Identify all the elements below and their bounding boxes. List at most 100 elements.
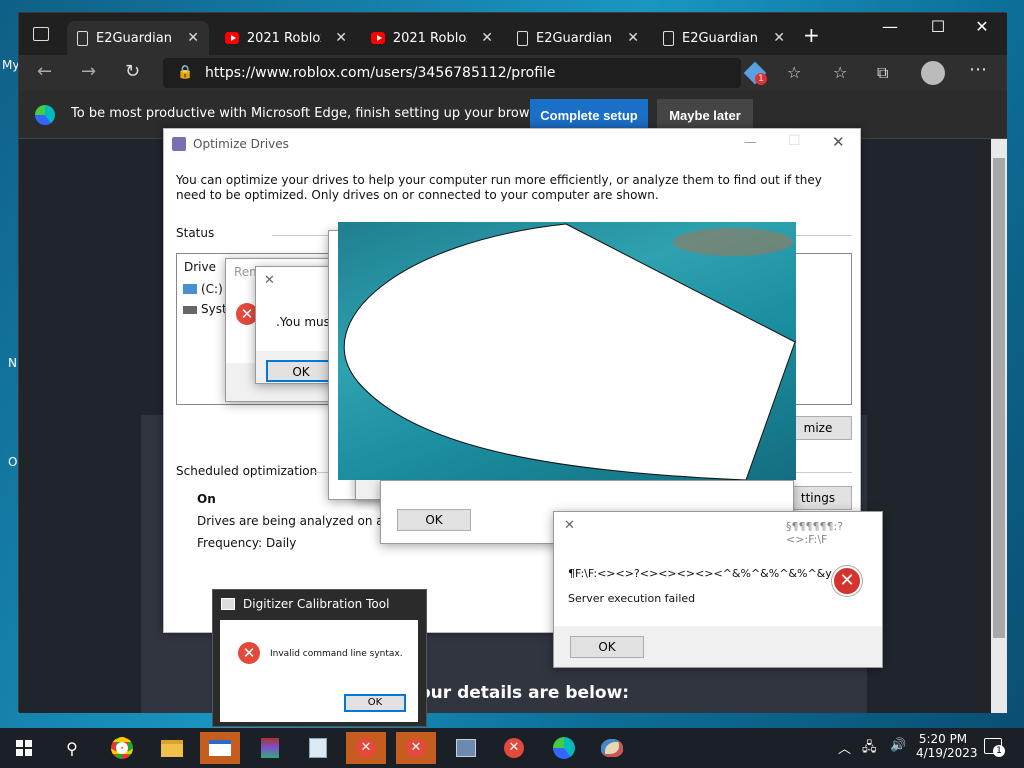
network-icon[interactable]: 🖧 <box>862 738 877 760</box>
drive-icon <box>183 284 197 294</box>
edge-icon[interactable] <box>544 732 584 764</box>
clock-time: 5:20 PM <box>918 732 968 746</box>
tab-title: E2Guardian - A <box>535 30 613 46</box>
digitizer-calibration-dialog: Digitizer Calibration Tool ✕ Invalid com… <box>212 589 427 727</box>
volume-icon[interactable]: 🔊 <box>890 738 906 753</box>
garbled-text: ¶F:\F:<><>?<><><><><^&%^&%^&%^&y <box>568 567 832 580</box>
dialog-message: .You must <box>276 315 335 329</box>
forward-icon[interactable]: → <box>81 61 96 82</box>
dialog-title: Digitizer Calibration Tool <box>243 597 390 611</box>
tab-bar: E2Guardian - A ✕ 2021 Roblox Ye ✕ 2021 R… <box>19 13 1007 55</box>
file-explorer-icon[interactable] <box>152 732 192 764</box>
new-tab-icon[interactable]: + <box>803 23 820 47</box>
back-icon[interactable]: ← <box>37 61 52 82</box>
close-icon[interactable]: ✕ <box>264 273 275 288</box>
tab-roblox-1[interactable]: 2021 Roblox Ye ✕ <box>215 21 357 55</box>
address-bar-row: ← → ↻ 🔒 https://www.roblox.com/users/345… <box>19 55 1007 91</box>
close-icon[interactable]: ✕ <box>627 30 639 46</box>
desktop-icon-label[interactable]: N <box>8 356 17 370</box>
scheduled-label: Scheduled optimization <box>176 464 318 478</box>
change-settings-button[interactable]: ttings <box>784 486 852 510</box>
close-icon[interactable]: ✕ <box>832 133 845 151</box>
error-message: Invalid command line syntax. <box>270 649 403 659</box>
notification-center-icon[interactable]: 1 <box>984 738 1005 757</box>
drive-column-header[interactable]: Drive <box>184 260 216 274</box>
tab-title: E2Guardian - A <box>95 30 173 46</box>
close-icon[interactable]: ✕ <box>187 30 199 46</box>
page-icon <box>663 30 674 46</box>
show-hidden-icons-icon[interactable]: ︿ <box>838 738 851 757</box>
dialog-body: ✕ Invalid command line syntax. OK <box>220 620 418 722</box>
minimize-icon[interactable]: — <box>867 17 913 36</box>
error-app-icon[interactable]: ✕ <box>396 732 436 764</box>
tab-actions-icon[interactable] <box>33 27 49 41</box>
tab-title: 2021 Roblox Ye <box>392 30 467 46</box>
chrome-icon[interactable] <box>102 732 142 764</box>
start-button[interactable] <box>4 732 44 764</box>
notification-count: 1 <box>993 745 1005 757</box>
ok-button[interactable]: OK <box>397 509 471 531</box>
maybe-later-button[interactable]: Maybe later <box>657 99 753 131</box>
minimize-icon[interactable]: — <box>744 135 757 150</box>
error-app-icon[interactable]: ✕ <box>346 732 386 764</box>
taskbar: ⚲ ✕ ✕ ✕ ︿ 🖧 🔊 5:20 PM 4/19/2023 1 <box>0 728 1024 768</box>
page-icon <box>77 30 88 46</box>
defrag-icon <box>172 137 186 151</box>
details-heading: our details are below: <box>419 683 630 703</box>
notepad-icon[interactable] <box>298 732 338 764</box>
close-icon[interactable]: ✕ <box>481 30 493 46</box>
close-icon[interactable]: ✕ <box>773 30 785 46</box>
tab-e2guardian-1[interactable]: E2Guardian - A ✕ <box>67 21 209 55</box>
collections-icon[interactable]: ⧉ <box>877 63 888 83</box>
infobar-message: To be most productive with Microsoft Edg… <box>71 106 553 121</box>
add-favorite-icon[interactable]: ☆ <box>787 63 801 82</box>
tab-title: 2021 Roblox Ye <box>246 30 321 46</box>
maximize-icon[interactable]: ☐ <box>915 17 961 36</box>
status-label: Status <box>176 226 215 240</box>
refresh-icon[interactable]: ↻ <box>125 61 140 82</box>
tab-e2guardian-3[interactable]: E2Guardian - A ✕ <box>653 21 795 55</box>
badge-count: 1 <box>755 73 767 85</box>
frequency-text: Frequency: Daily <box>197 536 297 550</box>
url-field[interactable]: 🔒 https://www.roblox.com/users/345678511… <box>163 58 741 88</box>
dialog-title: §¶¶¶¶¶¶:?<>:F:\F <box>786 520 844 546</box>
ok-button[interactable]: OK <box>570 636 644 658</box>
scrollbar-thumb[interactable] <box>993 158 1005 638</box>
network-app-icon[interactable] <box>446 732 486 764</box>
error-app-icon[interactable]: ✕ <box>494 732 534 764</box>
drive-name: (C:) <box>201 282 223 296</box>
server-error-dialog: ✕ §¶¶¶¶¶¶:?<>:F:\F ¶F:\F:<><>?<><><><><^… <box>553 511 883 668</box>
glitch-shape <box>343 223 796 480</box>
tracking-prevention-icon[interactable]: 1 <box>743 61 767 85</box>
youtube-icon <box>371 32 385 44</box>
tab-roblox-2[interactable]: 2021 Roblox Ye ✕ <box>361 21 503 55</box>
app-icon <box>221 598 235 610</box>
error-message: Server execution failed <box>568 592 696 605</box>
winrar-icon[interactable] <box>250 732 290 764</box>
paint-icon[interactable] <box>592 732 632 764</box>
desktop-icon-label[interactable]: O <box>8 455 17 469</box>
more-options-icon[interactable]: ⋯ <box>969 59 987 80</box>
profile-avatar-icon[interactable] <box>921 61 945 85</box>
windows-icon <box>16 740 32 756</box>
drive-row[interactable]: (C:) <box>183 282 223 296</box>
drive-icon <box>183 306 197 314</box>
complete-setup-button[interactable]: Complete setup <box>530 99 648 131</box>
window-title: Optimize Drives <box>193 137 289 151</box>
lock-icon[interactable]: 🔒 <box>177 65 193 80</box>
close-window-icon[interactable]: ✕ <box>959 17 1005 36</box>
edge-logo-icon <box>35 105 55 125</box>
close-icon[interactable]: ✕ <box>335 30 347 46</box>
favorites-icon[interactable]: ☆ <box>833 63 847 82</box>
maximize-icon[interactable]: ☐ <box>788 133 801 149</box>
taskbar-app-icon[interactable] <box>200 732 240 764</box>
ok-button[interactable]: OK <box>266 360 336 382</box>
desktop-icon-label[interactable]: My <box>2 58 19 72</box>
description-text: You can optimize your drives to help you… <box>176 173 822 202</box>
search-icon[interactable]: ⚲ <box>52 732 92 764</box>
tab-e2guardian-2[interactable]: E2Guardian - A ✕ <box>507 21 649 55</box>
ok-button[interactable]: OK <box>344 694 406 712</box>
clock[interactable]: 5:20 PM 4/19/2023 <box>916 732 978 760</box>
close-icon[interactable]: ✕ <box>564 518 575 533</box>
youtube-icon <box>225 32 239 44</box>
